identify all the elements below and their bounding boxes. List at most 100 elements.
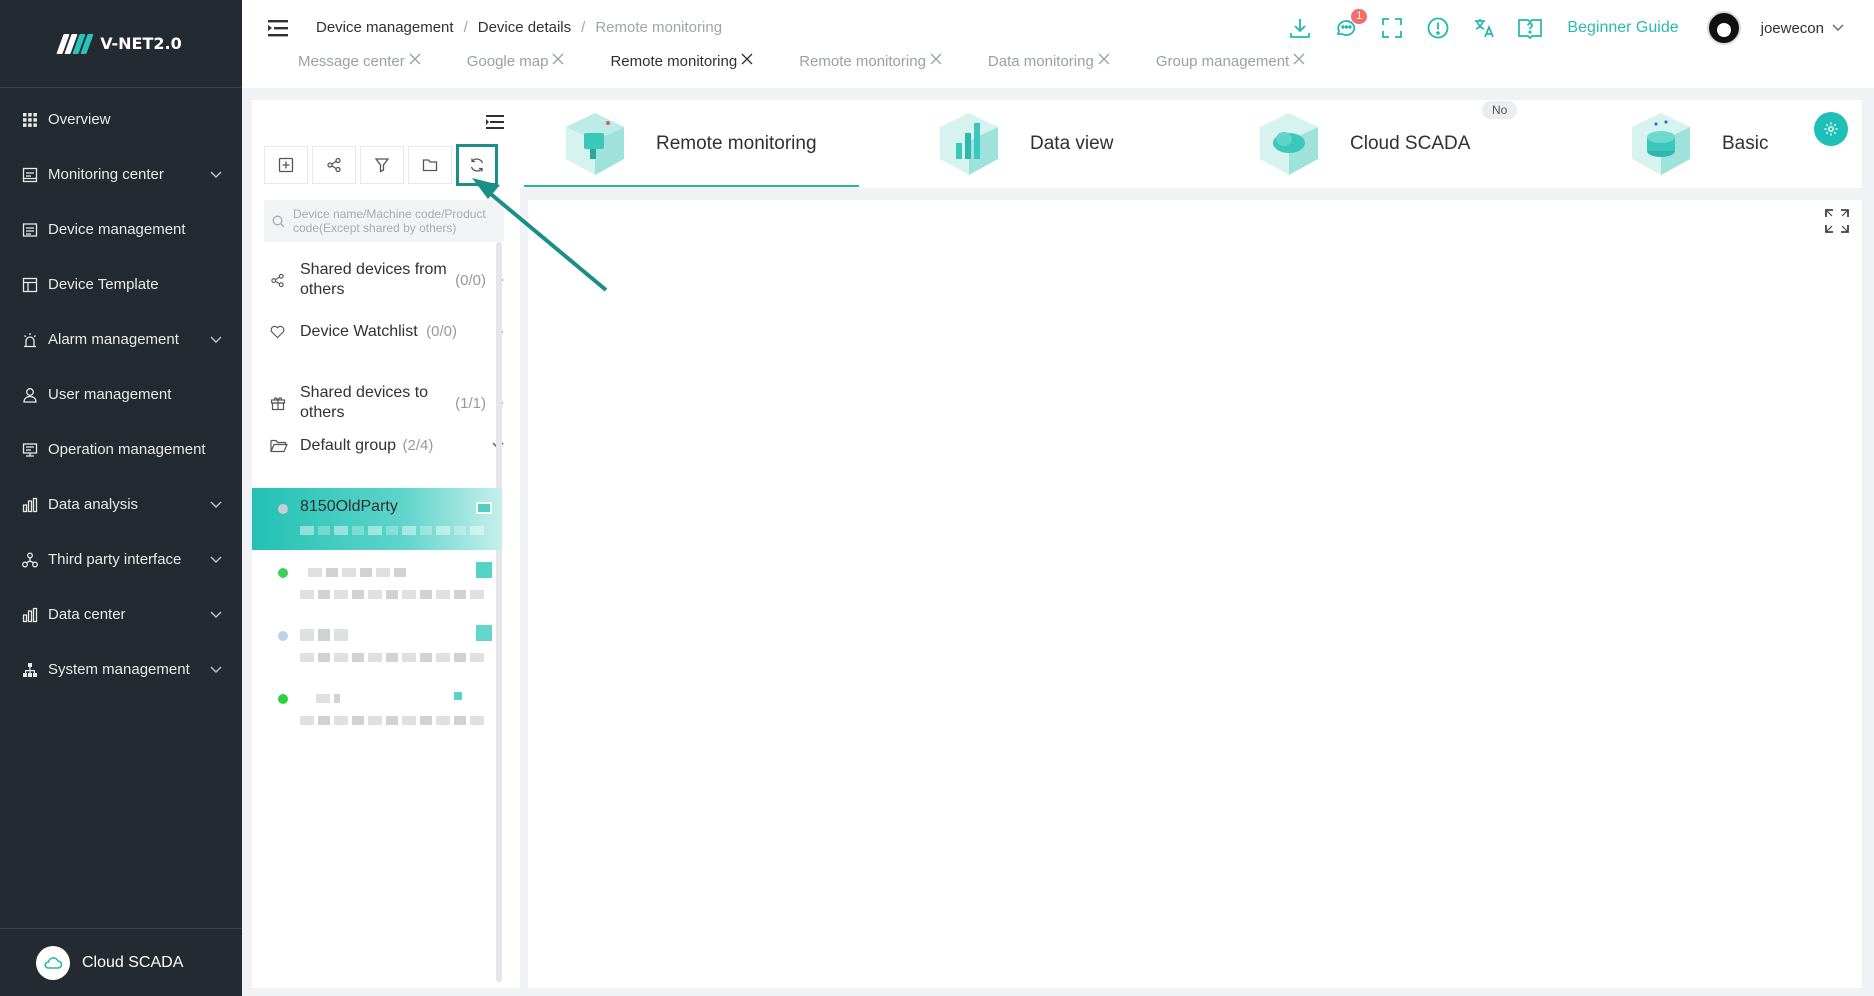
sidebar-item-operation-management[interactable]: Operation management <box>0 422 242 477</box>
close-icon[interactable] <box>930 52 942 70</box>
add-device-button[interactable] <box>264 146 308 184</box>
device-detail-redacted <box>300 653 484 662</box>
chevron-down-icon <box>210 331 222 348</box>
sidebar-item-data-analysis[interactable]: Data analysis <box>0 477 242 532</box>
default-group-label: Default group (2/4) <box>300 437 434 454</box>
folder-icon <box>422 159 438 172</box>
tab-remote-monitoring[interactable]: Remote monitoring <box>799 52 942 70</box>
card-data-view[interactable]: Data view <box>934 100 1113 188</box>
template-icon <box>20 275 40 295</box>
sidebar-item-label: Overview <box>48 111 111 128</box>
tab-google-map[interactable]: Google map <box>467 52 565 70</box>
close-icon[interactable] <box>1293 52 1305 70</box>
close-icon[interactable] <box>1098 52 1110 70</box>
breadcrumb-item[interactable]: Device details <box>478 19 571 36</box>
settings-button[interactable] <box>1814 112 1848 146</box>
breadcrumb-current: Remote monitoring <box>595 19 723 36</box>
cloud-scada-icon <box>1260 113 1318 175</box>
sidebar-item-overview[interactable]: Overview <box>0 92 242 147</box>
chevron-down-icon <box>1832 24 1844 31</box>
download-icon[interactable] <box>1287 15 1313 41</box>
translate-icon[interactable] <box>1471 15 1497 41</box>
user-icon <box>20 385 40 405</box>
cloud-icon <box>36 945 70 980</box>
header: Device management / Device details / Rem… <box>242 0 1874 88</box>
device-detail-redacted <box>300 526 484 535</box>
chevron-down-icon <box>210 551 222 568</box>
breadcrumb-item[interactable]: Device management <box>316 19 454 36</box>
alarm-icon <box>20 330 40 350</box>
device-item[interactable] <box>252 678 502 740</box>
user-menu[interactable]: joewecon <box>1761 20 1844 37</box>
tab-label: Message center <box>298 52 405 70</box>
sidebar: V-NET2.0 Overview Monitoring center Device… <box>0 0 242 996</box>
folder-open-icon <box>270 438 288 454</box>
shared-from-others-row[interactable]: Shared devices from others (0/0) <box>270 260 504 300</box>
no-badge: No <box>1482 101 1518 119</box>
network-icon <box>20 550 40 570</box>
header-actions: 1 Beginner Guide joewecon <box>1287 9 1844 46</box>
close-icon[interactable] <box>409 52 421 70</box>
sidebar-item-third-party-interface[interactable]: Third party interface <box>0 532 242 587</box>
card-label: Basic <box>1722 133 1769 154</box>
device-search-field[interactable]: Device name/Machine code/Product code(Ex… <box>264 200 504 242</box>
panel-collapse-icon[interactable] <box>486 114 504 130</box>
device-watchlist-row[interactable]: Device Watchlist (0/0) <box>270 322 504 342</box>
shared-to-others-label: Shared devices to others <box>300 384 429 421</box>
filter-button[interactable] <box>360 146 404 184</box>
org-icon <box>20 660 40 680</box>
device-item-selected[interactable]: 8150OldParty <box>252 488 502 550</box>
collapse-menu-icon[interactable] <box>268 18 290 38</box>
sidebar-item-monitoring-center[interactable]: Monitoring center <box>0 147 242 202</box>
tab-group-management[interactable]: Group management <box>1156 52 1305 70</box>
default-group-row[interactable]: Default group (2/4) <box>270 436 504 456</box>
device-icon <box>20 220 40 240</box>
breadcrumb: Device management / Device details / Rem… <box>316 19 722 36</box>
status-dot <box>278 504 288 514</box>
card-basic[interactable]: Basic <box>1626 100 1768 188</box>
sidebar-item-device-management[interactable]: Device management <box>0 202 242 257</box>
device-item[interactable] <box>252 552 502 614</box>
tab-label: Remote monitoring <box>799 52 926 70</box>
card-cloud-scada[interactable]: Cloud SCADA <box>1254 100 1470 188</box>
refresh-button[interactable] <box>456 144 498 186</box>
sidebar-item-label: Device Template <box>48 276 159 293</box>
device-name-redacted <box>316 694 340 703</box>
sidebar-item-device-template[interactable]: Device Template <box>0 257 242 312</box>
sidebar-item-data-center[interactable]: Data center <box>0 587 242 642</box>
filter-icon <box>374 158 390 173</box>
close-icon[interactable] <box>552 52 564 70</box>
card-label: Cloud SCADA <box>1350 133 1471 154</box>
shared-to-others-count: (1/1) <box>455 394 486 412</box>
device-type-icon <box>476 562 492 578</box>
share-icon <box>270 273 288 288</box>
cloud-scada-link[interactable]: Cloud SCADA <box>0 928 242 996</box>
sidebar-item-alarm-management[interactable]: Alarm management <box>0 312 242 367</box>
device-watchlist-label: Device Watchlist (0/0) <box>300 323 457 340</box>
alert-icon[interactable] <box>1425 15 1451 41</box>
expand-icon[interactable] <box>1824 208 1850 234</box>
card-remote-monitoring[interactable]: Remote monitoring <box>524 100 858 188</box>
avatar[interactable] <box>1706 11 1741 45</box>
cloud-scada-label: Cloud SCADA <box>82 953 184 971</box>
tab-remote-monitoring[interactable]: Remote monitoring <box>610 52 753 70</box>
device-item[interactable] <box>252 615 502 677</box>
breadcrumb-separator: / <box>463 19 468 36</box>
help-book-icon[interactable] <box>1517 15 1543 41</box>
sidebar-item-system-management[interactable]: System management <box>0 642 242 697</box>
device-name-redacted <box>300 629 350 641</box>
share-button[interactable] <box>312 146 356 184</box>
tab-label: Remote monitoring <box>610 52 738 70</box>
tab-data-monitoring[interactable]: Data monitoring <box>988 52 1110 70</box>
sidebar-item-user-management[interactable]: User management <box>0 367 242 422</box>
message-icon[interactable]: 1 <box>1333 9 1368 41</box>
logo[interactable]: V-NET2.0 <box>0 0 242 88</box>
sidebar-item-label: User management <box>48 386 172 403</box>
folder-button[interactable] <box>408 146 452 184</box>
monitoring-canvas <box>528 200 1862 988</box>
close-icon[interactable] <box>741 52 753 70</box>
beginner-guide-link[interactable]: Beginner Guide <box>1567 19 1678 37</box>
shared-to-others-row[interactable]: Shared devices to others (1/1) <box>270 383 504 423</box>
tab-message-center[interactable]: Message center <box>298 52 421 70</box>
fullscreen-icon[interactable] <box>1379 15 1405 41</box>
